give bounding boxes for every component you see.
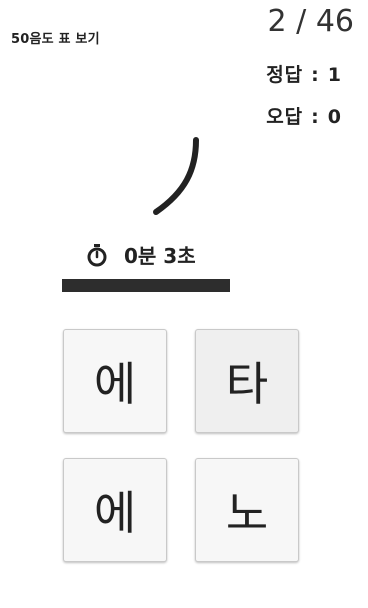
time-progress-fill	[62, 279, 230, 292]
answer-button-1[interactable]: 에	[63, 329, 167, 433]
time-progress-bar	[62, 279, 230, 292]
wrong-count: 오답:0	[266, 102, 342, 129]
progress-total: 46	[315, 4, 354, 39]
answer-button-3[interactable]: 에	[63, 458, 167, 562]
wrong-separator: :	[311, 106, 320, 128]
timer-text: 0분 3초	[124, 244, 196, 268]
answer-button-2[interactable]: 타	[195, 329, 299, 433]
wrong-value: 0	[327, 106, 342, 128]
question-progress: 2 / 46	[268, 4, 354, 39]
answer-button-4[interactable]: 노	[195, 458, 299, 562]
timer: 0분 3초	[86, 240, 196, 269]
progress-current: 2	[267, 4, 287, 39]
correct-value: 1	[327, 64, 342, 86]
katakana-no-stroke-icon	[153, 137, 199, 215]
stopwatch-icon	[87, 243, 107, 266]
correct-separator: :	[311, 64, 320, 86]
progress-separator: /	[296, 4, 307, 39]
correct-count: 정답:1	[266, 60, 342, 87]
wrong-label: 오답	[266, 106, 304, 128]
view-chart-link[interactable]: 50음도 표 보기	[11, 28, 100, 47]
correct-label: 정답	[266, 64, 304, 86]
